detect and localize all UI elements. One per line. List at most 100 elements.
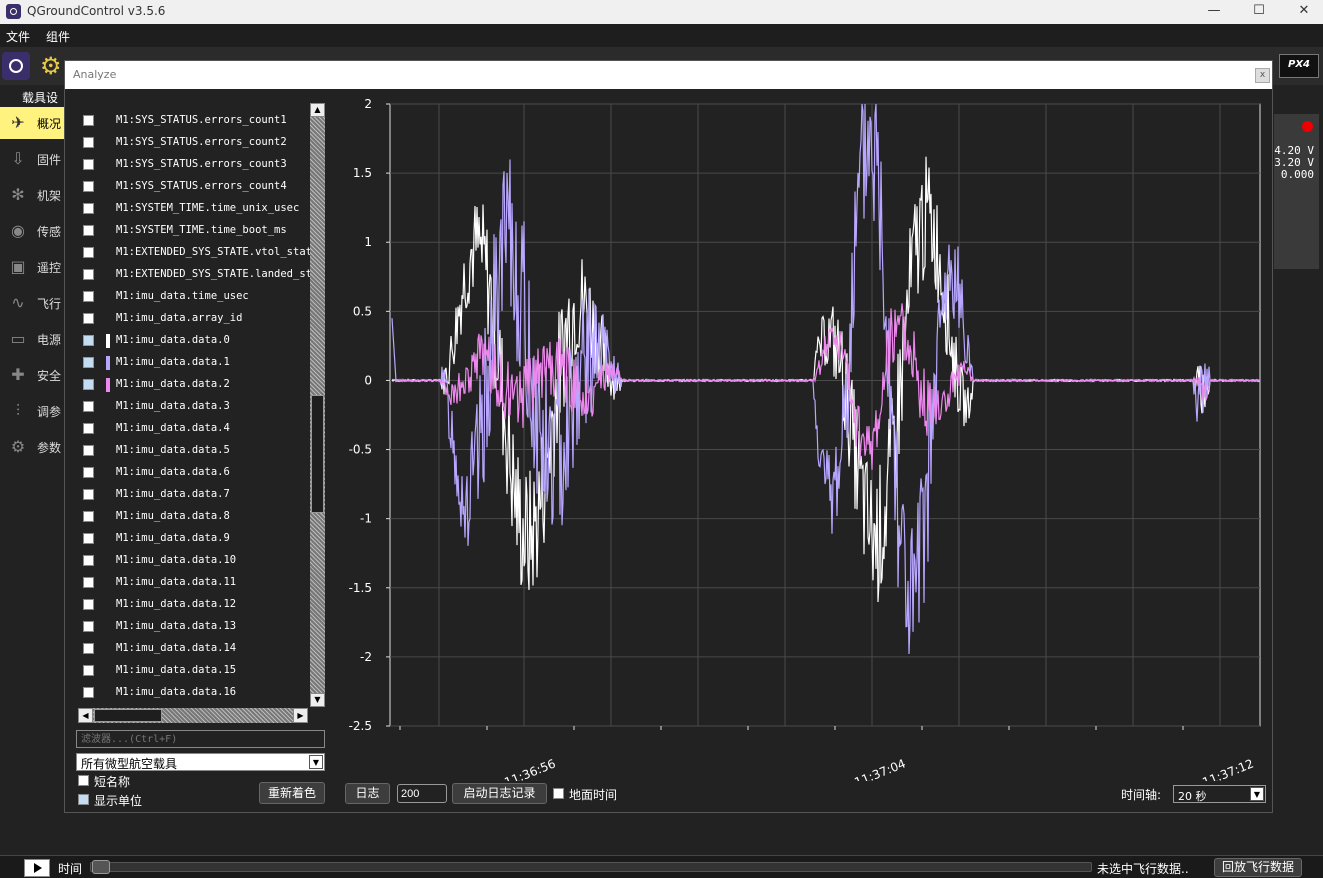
vehicle-select[interactable]: 所有微型航空载具 ▼ (76, 753, 325, 771)
list-item[interactable]: M1:imu_data.data.12 (75, 594, 311, 616)
series-checkbox[interactable] (83, 181, 94, 192)
list-horizontal-scrollbar[interactable]: ◀ ▶ (78, 708, 308, 723)
chevron-down-icon[interactable]: ▼ (309, 755, 323, 769)
start-logging-button[interactable]: 启动日志记录 (452, 783, 547, 804)
series-checkbox[interactable] (83, 203, 94, 214)
time-axis-select[interactable]: 20 秒 ▼ (1173, 785, 1266, 803)
ground-time-checkbox[interactable] (553, 788, 564, 799)
replay-flight-data-button[interactable]: 回放飞行数据 (1214, 858, 1302, 877)
maximize-button[interactable]: ☐ (1236, 0, 1282, 24)
series-checkbox[interactable] (83, 599, 94, 610)
series-checkbox[interactable] (83, 511, 94, 522)
series-checkbox[interactable] (83, 423, 94, 434)
qgc-logo-icon[interactable] (2, 52, 30, 80)
series-checkbox[interactable] (83, 247, 94, 258)
replay-slider-handle[interactable] (92, 860, 110, 874)
list-item[interactable]: M1:imu_data.data.5 (75, 440, 311, 462)
list-item[interactable]: M1:imu_data.array_id (75, 308, 311, 330)
sidebar-item-label: 概况 (37, 117, 62, 131)
list-item[interactable]: M1:SYS_STATUS.errors_count4 (75, 176, 311, 198)
menu-file[interactable]: 文件 (6, 28, 30, 45)
series-checkbox[interactable] (83, 401, 94, 412)
series-checkbox[interactable] (83, 445, 94, 456)
list-item[interactable]: M1:SYSTEM_TIME.time_boot_ms (75, 220, 311, 242)
list-item[interactable]: M1:imu_data.data.1 (75, 352, 311, 374)
minimize-button[interactable]: — (1191, 0, 1237, 24)
series-checkbox[interactable] (83, 225, 94, 236)
series-checkbox[interactable] (83, 159, 94, 170)
series-checkbox[interactable] (83, 291, 94, 302)
series-checkbox[interactable] (83, 357, 94, 368)
chevron-down-icon[interactable]: ▼ (1250, 787, 1264, 801)
series-checkbox[interactable] (83, 533, 94, 544)
series-checkbox[interactable] (83, 489, 94, 500)
list-item[interactable]: M1:EXTENDED_SYS_STATE.landed_sta (75, 264, 311, 286)
series-checkbox[interactable] (83, 621, 94, 632)
list-item[interactable]: M1:imu_data.data.15 (75, 660, 311, 682)
list-item[interactable]: M1:imu_data.data.4 (75, 418, 311, 440)
sidebar-item-2[interactable]: ✻ 机架 (0, 179, 64, 211)
sidebar-item-4[interactable]: ▣ 遥控 (0, 251, 64, 283)
series-checkbox[interactable] (83, 577, 94, 588)
list-item[interactable]: M1:EXTENDED_SYS_STATE.vtol_state (75, 242, 311, 264)
series-checkbox[interactable] (83, 665, 94, 676)
play-icon[interactable] (24, 859, 50, 877)
scroll-up-icon[interactable]: ▲ (310, 103, 325, 117)
menu-widgets[interactable]: 组件 (46, 28, 70, 45)
scroll-right-icon[interactable]: ▶ (293, 708, 308, 723)
analyze-titlebar[interactable]: Analyze x (65, 61, 1272, 89)
list-item[interactable]: M1:imu_data.time_usec (75, 286, 311, 308)
list-item[interactable]: M1:SYS_STATUS.errors_count2 (75, 132, 311, 154)
sidebar-item-1[interactable]: ⇩ 固件 (0, 143, 64, 175)
hscroll-thumb[interactable] (94, 709, 162, 722)
close-window-button[interactable]: ✕ (1281, 0, 1323, 24)
analyze-close-button[interactable]: x (1255, 68, 1270, 83)
short-names-checkbox[interactable] (78, 775, 89, 786)
list-item[interactable]: M1:imu_data.data.6 (75, 462, 311, 484)
recolor-button[interactable]: 重新着色 (259, 782, 325, 804)
list-item[interactable]: M1:imu_data.data.10 (75, 550, 311, 572)
list-item[interactable]: M1:SYS_STATUS.errors_count1 (75, 110, 311, 132)
list-item[interactable]: M1:imu_data.data.3 (75, 396, 311, 418)
list-vertical-scrollbar[interactable]: ▲ ▼ (310, 103, 325, 707)
telemetry-chart[interactable]: 2 1.5 1 0.5 0 -0.5 -1 -1.5 -2 -2.5 11:36:56 11:37:… (335, 97, 1270, 781)
list-item[interactable]: M1:imu_data.data.7 (75, 484, 311, 506)
series-checkbox[interactable] (83, 137, 94, 148)
series-checkbox[interactable] (83, 379, 94, 390)
series-checkbox[interactable] (83, 335, 94, 346)
scroll-thumb[interactable] (311, 395, 324, 513)
scroll-left-icon[interactable]: ◀ (78, 708, 93, 723)
list-item[interactable]: M1:imu_data.data.16 (75, 682, 311, 699)
replay-slider[interactable] (90, 862, 1092, 872)
sidebar-item-3[interactable]: ◉ 传感 (0, 215, 64, 247)
series-checkbox[interactable] (83, 313, 94, 324)
time-axis-value: 20 秒 (1178, 790, 1207, 803)
list-item[interactable]: M1:SYSTEM_TIME.time_unix_usec (75, 198, 311, 220)
list-item[interactable]: M1:imu_data.data.14 (75, 638, 311, 660)
scroll-down-icon[interactable]: ▼ (310, 693, 325, 707)
airframe-icon: ✻ (11, 185, 25, 204)
sidebar-item-8[interactable]: ⫶ 调参 (0, 395, 64, 427)
sidebar-item-6[interactable]: ▭ 电源 (0, 323, 64, 355)
sidebar-item-9[interactable]: ⚙ 参数 (0, 431, 64, 463)
list-item[interactable]: M1:imu_data.data.8 (75, 506, 311, 528)
list-item[interactable]: M1:imu_data.data.11 (75, 572, 311, 594)
series-checkbox[interactable] (83, 555, 94, 566)
list-item[interactable]: M1:imu_data.data.13 (75, 616, 311, 638)
filter-input[interactable] (76, 730, 325, 748)
series-checkbox[interactable] (83, 115, 94, 126)
series-checkbox[interactable] (83, 269, 94, 280)
list-item[interactable]: M1:imu_data.data.2 (75, 374, 311, 396)
log-count-input[interactable] (397, 784, 447, 803)
series-checkbox[interactable] (83, 467, 94, 478)
list-item[interactable]: M1:imu_data.data.9 (75, 528, 311, 550)
series-checkbox[interactable] (83, 687, 94, 698)
sidebar-item-7[interactable]: ✚ 安全 (0, 359, 64, 391)
sidebar-item-0[interactable]: ✈ 概况 (0, 107, 64, 139)
list-item[interactable]: M1:SYS_STATUS.errors_count3 (75, 154, 311, 176)
log-button[interactable]: 日志 (345, 783, 390, 804)
list-item[interactable]: M1:imu_data.data.0 (75, 330, 311, 352)
series-checkbox[interactable] (83, 643, 94, 654)
show-units-checkbox[interactable] (78, 794, 89, 805)
sidebar-item-5[interactable]: ∿ 飞行 (0, 287, 64, 319)
